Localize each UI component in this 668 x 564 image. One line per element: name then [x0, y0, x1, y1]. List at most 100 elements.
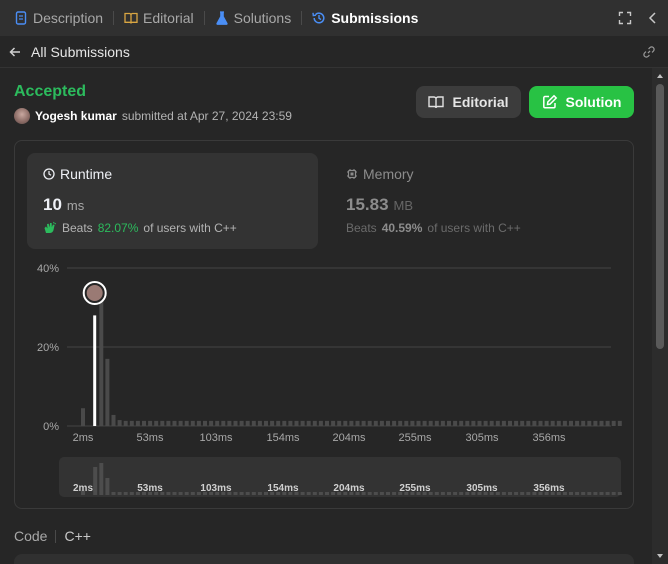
tab-description[interactable]: Description [10, 0, 107, 36]
book-icon [428, 96, 445, 109]
bar [611, 420, 616, 426]
bar [355, 420, 360, 426]
overview-bar [605, 492, 610, 495]
overview-bar [373, 492, 378, 495]
bar [184, 420, 189, 426]
code-divider [55, 529, 57, 543]
bar [447, 420, 451, 426]
bar [556, 420, 561, 426]
bar [312, 420, 317, 426]
overview-bar [184, 492, 189, 495]
bar [361, 420, 366, 426]
tab-editorial[interactable]: Editorial [120, 0, 198, 36]
bar [562, 420, 567, 426]
overview-bar [123, 492, 128, 495]
vertical-scrollbar[interactable] [652, 68, 668, 564]
bar [538, 420, 543, 426]
bar [599, 420, 604, 426]
bar [215, 420, 220, 426]
performance-card: Runtime 10 ms Beats 82.07% of users with… [14, 140, 634, 509]
edit-icon [542, 94, 557, 109]
bar [172, 420, 177, 426]
scrollbar-thumb[interactable] [656, 84, 664, 349]
scroll-up-icon[interactable] [656, 72, 664, 80]
avatar[interactable] [14, 108, 30, 124]
bar [593, 420, 598, 426]
tab-editorial-label: Editorial [143, 10, 194, 26]
bar [81, 408, 85, 426]
bar [148, 420, 153, 426]
x-tick-label: 103ms [199, 432, 233, 444]
x-tick-label: 2ms [73, 432, 94, 444]
bar [465, 420, 470, 426]
fullscreen-icon[interactable] [618, 11, 632, 25]
overview-tick-label: 255ms [399, 483, 431, 494]
overview-bar [190, 492, 195, 495]
overview-bar [514, 492, 519, 495]
tab-description-label: Description [33, 10, 104, 26]
submitter-name[interactable]: Yogesh kumar [35, 109, 117, 123]
code-header: Code C++ [14, 528, 91, 544]
overview-bar [239, 492, 244, 495]
runtime-distribution-chart[interactable]: 40% 20% 0% 2ms 53ms 103ms 154ms 204ms 255ms 305ms… [15, 141, 633, 508]
scroll-down-icon[interactable] [656, 552, 664, 560]
y-tick-label: 40% [37, 263, 59, 275]
bar [367, 420, 372, 426]
overview-bar [318, 492, 323, 495]
tab-submissions[interactable]: Submissions [308, 0, 422, 36]
submission-meta: Yogesh kumar submitted at Apr 27, 2024 2… [14, 108, 292, 124]
overview-bar [111, 492, 116, 495]
overview-bar [306, 492, 311, 495]
flask-icon [215, 11, 228, 25]
bar [129, 420, 134, 426]
editorial-button[interactable]: Editorial [416, 86, 521, 118]
overview-bar [599, 492, 604, 495]
tab-solutions[interactable]: Solutions [211, 0, 296, 36]
all-submissions-link[interactable]: All Submissions [8, 44, 130, 60]
bar [459, 420, 464, 426]
overview-bar [593, 492, 598, 495]
overview-tick-label: 2ms [73, 483, 93, 494]
solution-button[interactable]: Solution [529, 86, 634, 118]
bar [514, 420, 519, 426]
overview-bar [166, 492, 171, 495]
bar [166, 420, 171, 426]
bar [569, 420, 573, 426]
bar [526, 420, 531, 426]
bar [233, 420, 238, 426]
bar [422, 420, 427, 426]
bar [544, 420, 549, 426]
overview-bar [93, 467, 98, 495]
overview-tick-label: 53ms [137, 483, 163, 494]
overview-bar [459, 492, 464, 495]
tab-bar-actions [618, 0, 660, 36]
overview-bar [440, 492, 445, 495]
tab-divider [203, 11, 205, 25]
link-icon[interactable] [642, 45, 656, 59]
bar [349, 420, 354, 426]
bar [440, 420, 445, 426]
overview-bar [325, 492, 329, 495]
overview-bar [617, 492, 622, 495]
bar [325, 420, 329, 426]
bar [575, 420, 580, 426]
all-submissions-label: All Submissions [31, 43, 130, 60]
book-icon [124, 12, 138, 24]
x-tick-label: 305ms [465, 432, 499, 444]
overview-tick-label: 103ms [200, 483, 232, 494]
x-tick-label: 154ms [266, 432, 300, 444]
overview-bar [569, 492, 573, 495]
overview-bar [312, 492, 317, 495]
bar [270, 420, 275, 426]
code-editor-box[interactable] [14, 554, 634, 564]
bar [483, 420, 488, 426]
y-tick-label: 0% [43, 421, 59, 433]
bar [501, 420, 506, 426]
bar [160, 420, 165, 426]
code-label: Code [14, 528, 48, 544]
overview-bar [575, 492, 580, 495]
chevron-left-icon[interactable] [646, 11, 660, 25]
bar [196, 420, 201, 426]
code-language: C++ [64, 528, 91, 544]
bar [587, 420, 592, 426]
